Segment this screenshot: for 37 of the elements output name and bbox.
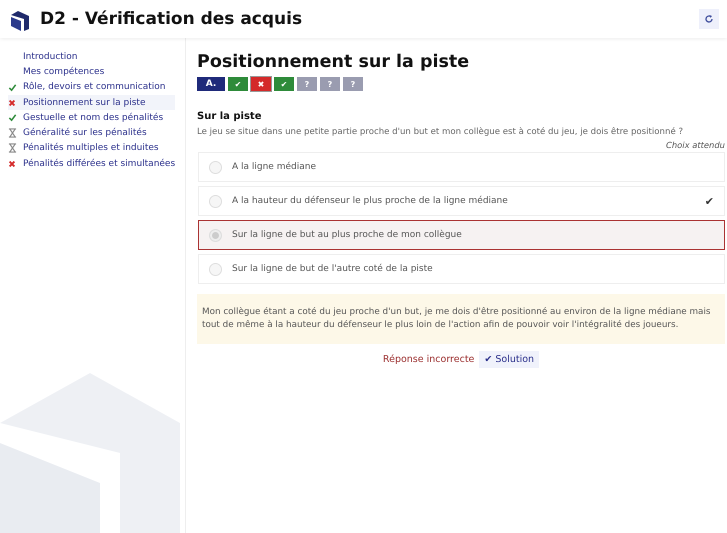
refresh-icon bbox=[704, 14, 714, 24]
refresh-button[interactable] bbox=[699, 9, 719, 29]
radio-button[interactable] bbox=[209, 160, 222, 174]
radio-button[interactable] bbox=[209, 228, 222, 242]
hourglass-icon bbox=[8, 143, 17, 154]
hourglass-icon bbox=[8, 128, 17, 138]
expected-mark: ✔ bbox=[704, 194, 714, 208]
check-icon bbox=[8, 113, 17, 122]
radio-button[interactable] bbox=[209, 194, 222, 208]
chapter-item[interactable]: Rôle, devoirs et communication bbox=[8, 80, 175, 95]
question-step[interactable]: A. bbox=[197, 77, 225, 91]
chapter-item[interactable]: Pénalités multiples et induites bbox=[8, 140, 175, 156]
question-text: Le jeu se situe dans une petite partie proche d'un but et mon collègue est à coté du jeu, je dois être positionné ? bbox=[197, 127, 684, 137]
page-title: Positionnement sur la piste bbox=[197, 52, 470, 72]
cross-icon bbox=[8, 160, 16, 168]
expected-choice-header: Choix attendu bbox=[666, 140, 725, 150]
question-step[interactable]: ✔ bbox=[228, 77, 248, 91]
chapter-item[interactable]: Gestuelle et nom des pénalités bbox=[8, 110, 175, 126]
radio-button[interactable] bbox=[209, 262, 222, 276]
chapter-item[interactable]: Mes compétences bbox=[8, 64, 175, 80]
cross-icon bbox=[8, 98, 16, 107]
check-icon bbox=[8, 82, 17, 92]
result-text: Réponse incorrecte bbox=[382, 354, 474, 364]
explanation-text: Mon collègue étant a coté du jeu proche d'un but, je me dois d'être positionné au environ de la ligne médiane mais tout de même à la hauteur du défenseur le plus loin de l'action afin de pouvoir voir l'intégralité des joueurs. bbox=[197, 294, 725, 344]
chapter-item[interactable]: Pénalités différées et simultanées bbox=[8, 156, 175, 172]
chapter-item[interactable]: Généralité sur les pénalités bbox=[8, 125, 175, 141]
answer-option[interactable]: Sur la ligne de but de l'autre coté de la piste bbox=[198, 254, 725, 284]
question-step[interactable]: ✖ bbox=[251, 77, 271, 91]
solution-button[interactable]: ✔ Solution bbox=[479, 350, 540, 368]
answer-option[interactable]: A la ligne médiane bbox=[198, 152, 725, 182]
question-title: Sur la piste bbox=[197, 111, 262, 122]
answer-option[interactable]: A la hauteur du défenseur le plus proche de la ligne médiane ✔ bbox=[198, 186, 725, 216]
chapter-item[interactable]: Positionnement sur la piste bbox=[8, 94, 175, 110]
chapter-item[interactable]: Introduction bbox=[8, 49, 175, 64]
question-step[interactable]: ✔ bbox=[274, 77, 294, 91]
app-title: D2 - Vérification des acquis bbox=[40, 9, 304, 29]
answer-option[interactable]: Sur la ligne de but au plus proche de mon collègue bbox=[198, 220, 725, 250]
